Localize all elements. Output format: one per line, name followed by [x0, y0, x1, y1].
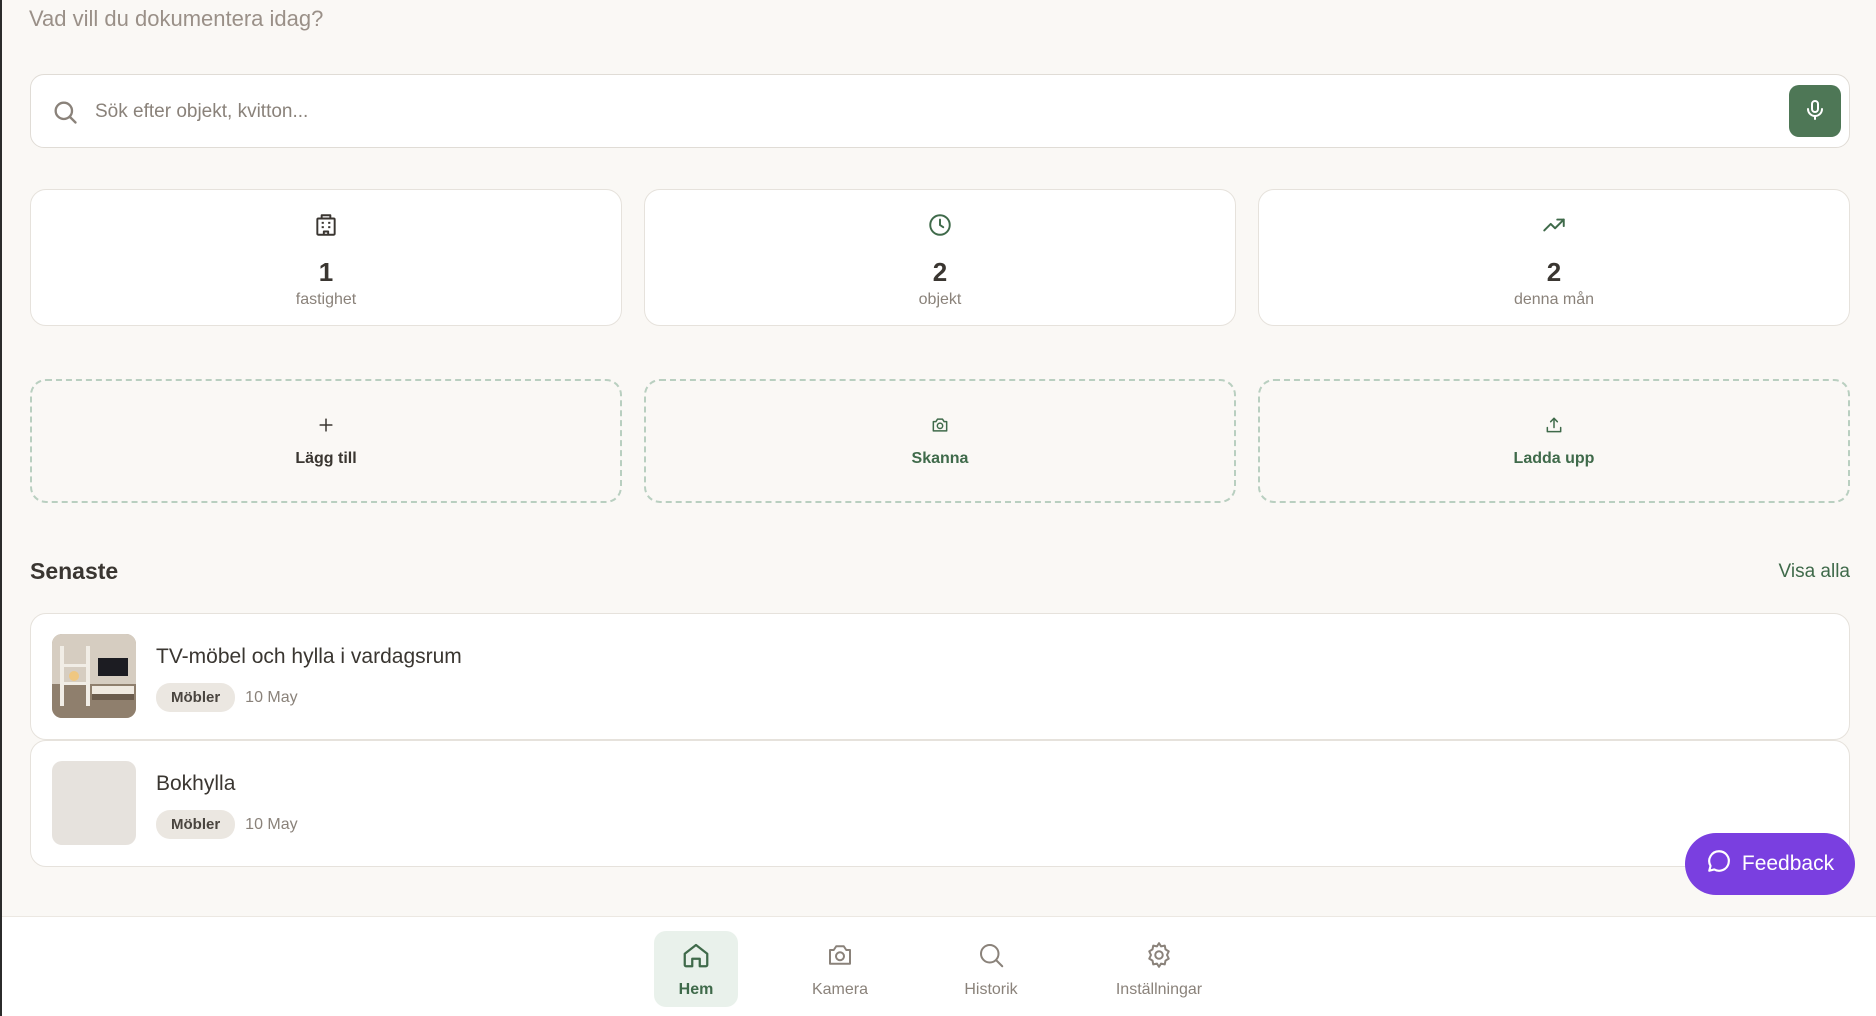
- quick-actions: Lägg till Skanna Ladda upp: [30, 379, 1850, 503]
- feedback-label: Feedback: [1741, 852, 1835, 875]
- search-bar[interactable]: [30, 74, 1850, 148]
- search-icon: [51, 98, 79, 126]
- stat-value: 2: [1546, 257, 1562, 287]
- list-item[interactable]: TV-möbel och hylla i vardagsrum Möbler 1…: [30, 613, 1850, 740]
- stat-card-items[interactable]: 2 objekt: [644, 189, 1236, 326]
- home-icon: [681, 940, 711, 975]
- item-date: 10 May: [245, 815, 298, 833]
- item-thumbnail: [52, 634, 136, 718]
- chat-bubble-icon: [1706, 848, 1732, 880]
- feedback-button[interactable]: Feedback: [1685, 833, 1855, 895]
- stat-card-this-month[interactable]: 2 denna mån: [1258, 189, 1850, 326]
- action-label: Ladda upp: [1513, 450, 1595, 467]
- action-label: Lägg till: [295, 450, 357, 467]
- category-badge: Möbler: [156, 810, 236, 839]
- upload-icon: [1544, 415, 1564, 440]
- nav-item-history[interactable]: Historik: [948, 931, 1034, 1007]
- voice-search-button[interactable]: [1789, 85, 1841, 137]
- stat-label: denna mån: [1513, 291, 1595, 308]
- stat-card-properties[interactable]: 1 fastighet: [30, 189, 622, 326]
- camera-icon: [930, 415, 950, 440]
- item-meta: Möbler 10 May: [156, 683, 298, 712]
- nav-item-home[interactable]: Hem: [654, 931, 738, 1007]
- camera-icon: [825, 940, 855, 975]
- scan-button[interactable]: Skanna: [644, 379, 1236, 503]
- nav-label: Inställningar: [1115, 980, 1203, 998]
- item-thumbnail-placeholder: [52, 761, 136, 845]
- item-meta: Möbler 10 May: [156, 810, 298, 839]
- bottom-nav: Hem Kamera Historik Inställningar: [2, 916, 1876, 1016]
- trending-up-icon: [1541, 212, 1567, 243]
- item-date: 10 May: [245, 688, 298, 706]
- add-button[interactable]: Lägg till: [30, 379, 622, 503]
- stats-row: 1 fastighet 2 objekt 2 denna mån: [30, 189, 1850, 326]
- see-all-link[interactable]: Visa alla: [1779, 561, 1850, 583]
- recent-list: TV-möbel och hylla i vardagsrum Möbler 1…: [30, 613, 1850, 867]
- action-label: Skanna: [911, 450, 969, 467]
- list-item[interactable]: Bokhylla Möbler 10 May: [30, 740, 1850, 867]
- stat-label: objekt: [918, 291, 962, 308]
- item-title: Bokhylla: [156, 772, 236, 795]
- stat-value: 1: [318, 257, 334, 287]
- recent-section-header: Senaste Visa alla: [30, 558, 1850, 585]
- clock-icon: [927, 212, 953, 243]
- search-input[interactable]: [95, 93, 1795, 131]
- page-prompt: Vad vill du dokumentera idag?: [29, 6, 324, 31]
- gear-icon: [1144, 940, 1174, 975]
- item-title: TV-möbel och hylla i vardagsrum: [156, 645, 462, 668]
- category-badge: Möbler: [156, 683, 236, 712]
- nav-label: Historik: [964, 980, 1018, 998]
- upload-button[interactable]: Ladda upp: [1258, 379, 1850, 503]
- nav-item-camera[interactable]: Kamera: [797, 931, 883, 1007]
- plus-icon: [316, 415, 336, 440]
- stat-value: 2: [932, 257, 948, 287]
- nav-label: Hem: [678, 980, 714, 998]
- search-icon: [976, 940, 1006, 975]
- nav-item-settings[interactable]: Inställningar: [1108, 931, 1210, 1007]
- stat-label: fastighet: [295, 291, 357, 308]
- building-icon: [313, 212, 339, 243]
- section-title: Senaste: [30, 558, 119, 584]
- microphone-icon: [1803, 98, 1827, 125]
- nav-label: Kamera: [811, 980, 869, 998]
